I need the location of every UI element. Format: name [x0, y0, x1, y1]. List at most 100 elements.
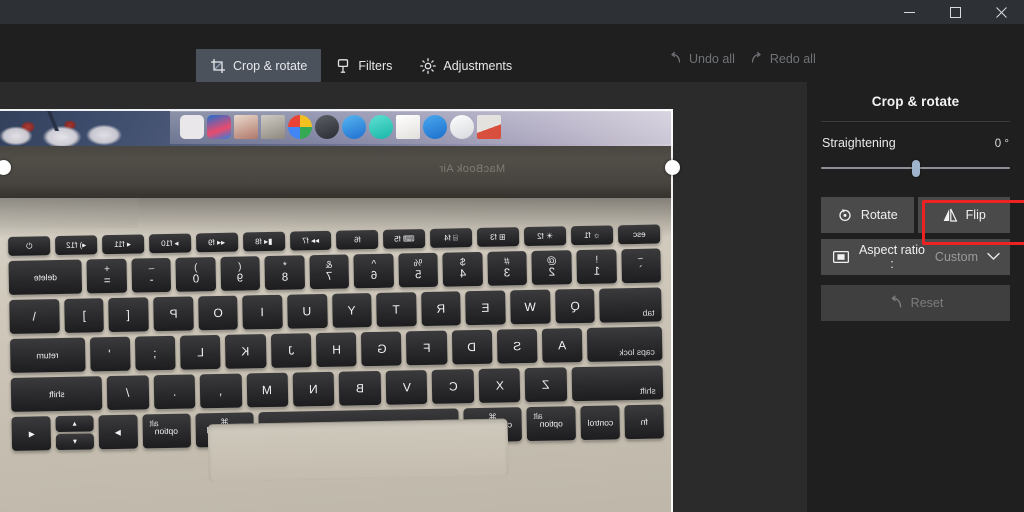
key: K [225, 334, 267, 369]
undo-all-button[interactable]: Undo all [668, 51, 735, 66]
rotate-button-label: Rotate [860, 208, 898, 222]
key: B [339, 370, 382, 406]
keyboard-row-shift: shift / . , M N B V C X Z shift [10, 365, 664, 412]
transform-button-zone: Rotate Flip [821, 197, 1024, 245]
key: . [153, 374, 196, 410]
photo-viewport: MacBook Air ⏻ ◂) f12 ◂ f11 ▸ f10 ◂◂ f9 ▮… [0, 109, 673, 512]
key: A [542, 327, 583, 363]
straightening-slider[interactable] [821, 157, 1010, 179]
maximize-button[interactable] [932, 0, 978, 24]
minimize-button[interactable] [886, 0, 932, 24]
key: @2 [531, 250, 572, 285]
dock-icon [477, 115, 501, 139]
key: ◂ f11 [101, 234, 145, 255]
key: X [478, 368, 521, 403]
laptop-screen [0, 109, 673, 146]
tool-tabs: Crop & rotate Filters Adjustments [196, 49, 526, 82]
key: ▸ f10 [148, 233, 192, 254]
crop-rotate-panel: Crop & rotate Straightening 0 ° Rotate F… [807, 82, 1024, 512]
key: H [315, 332, 357, 368]
key: #3 [487, 251, 528, 286]
laptop-keyboard: ⏻ ◂) f12 ◂ f11 ▸ f10 ◂◂ f9 ▮◂ f8 ▸▸ f7 f… [8, 224, 665, 483]
close-button[interactable] [978, 0, 1024, 24]
keyboard-row-qwerty: \ ] [ P O I U Y T R E W Q tab [9, 287, 662, 334]
key-caps-lock: caps lock [587, 326, 663, 362]
photos-editor-window: Crop & rotate Filters Adjustments Undo a… [0, 0, 1024, 512]
reset-button-label: Reset [910, 296, 944, 310]
key: F [406, 330, 448, 366]
tab-filters[interactable]: Filters [321, 49, 406, 82]
key: [ [108, 297, 149, 333]
tab-crop-rotate[interactable]: Crop & rotate [196, 49, 322, 82]
key: ▮◂ f8 [242, 231, 285, 252]
title-bar [0, 0, 1024, 24]
key: ^ 6 [353, 253, 394, 289]
reset-icon [888, 295, 904, 311]
undo-icon [668, 51, 683, 66]
key-arrows-updown: ▴ ▾ [55, 415, 94, 451]
key: ⌸ f4 [430, 228, 473, 248]
flip-button[interactable]: Flip [917, 197, 1010, 233]
key: ~ ` [620, 248, 662, 284]
crop-handle-top-right[interactable] [665, 160, 680, 175]
key: ) 0 [175, 257, 216, 292]
crop-icon [210, 58, 226, 74]
redo-all-label: Redo all [769, 51, 816, 66]
aspect-ratio-button[interactable]: Aspect ratio : Custom [821, 239, 1010, 275]
key: I [242, 294, 283, 330]
tab-filters-label: Filters [358, 58, 393, 73]
key: ☼ f1 [570, 225, 614, 246]
key-option-right: option alt [142, 413, 192, 449]
filters-icon [335, 58, 351, 74]
dock-icon [315, 115, 339, 139]
key: ⌨ f5 [383, 228, 426, 249]
key: ▸▸ f7 [289, 230, 332, 251]
tab-adjustments[interactable]: Adjustments [406, 49, 526, 82]
undo-all-label: Undo all [689, 51, 735, 66]
editor-toolbar: Crop & rotate Filters Adjustments Undo a… [0, 24, 1024, 82]
key-delete: delete [8, 259, 83, 295]
adjustments-icon [420, 57, 437, 74]
dock-icon [261, 115, 285, 139]
dock-icon [207, 115, 231, 139]
dock-icon [342, 115, 366, 139]
flip-icon [942, 207, 958, 223]
key: ! 1 [576, 249, 617, 285]
straightening-label: Straightening [822, 136, 896, 150]
key: V [385, 369, 428, 405]
key: & 7 [309, 254, 350, 290]
key: ☀ f2 [524, 226, 567, 247]
key: \ [9, 299, 60, 334]
key: / [106, 375, 149, 411]
panel-title: Crop & rotate [871, 94, 960, 109]
laptop-logo: MacBook Air [438, 163, 505, 175]
aspect-ratio-label: Aspect ratio : [858, 243, 925, 271]
panel-divider [821, 121, 1010, 122]
key: Q [554, 288, 596, 324]
rotate-button[interactable]: Rotate [821, 197, 914, 233]
keyboard-row-home: return ' ; L K J H G F D S A caps lock [9, 326, 663, 373]
key-arrow-right: ▸ [98, 414, 138, 450]
dock-icon [396, 115, 420, 139]
key: R [420, 291, 462, 327]
aspect-ratio-icon [833, 250, 849, 264]
image-canvas[interactable]: MacBook Air ⏻ ◂) f12 ◂ f11 ▸ f10 ◂◂ f9 ▮… [0, 82, 807, 512]
maximize-icon [949, 6, 961, 18]
close-icon [995, 6, 1007, 18]
key: – - [131, 257, 172, 293]
key: C [432, 369, 475, 404]
key: $4 [442, 251, 483, 287]
key: D [451, 329, 493, 365]
key: M [246, 372, 289, 408]
redo-all-button[interactable]: Redo all [749, 51, 816, 66]
keyboard-row-numbers: delete + = – - ) 0 (9 * 8 & 7 ^ 6 % 5 $4 #3 @2 [8, 248, 662, 295]
key: J [270, 333, 312, 368]
slider-thumb[interactable] [911, 160, 920, 177]
key: f6 [336, 229, 379, 250]
reset-button[interactable]: Reset [821, 285, 1010, 321]
key: esc [617, 224, 661, 245]
key: ◂◂ f9 [195, 232, 238, 253]
key: ; [134, 335, 176, 371]
redo-icon [749, 51, 764, 66]
key: , [199, 373, 242, 409]
